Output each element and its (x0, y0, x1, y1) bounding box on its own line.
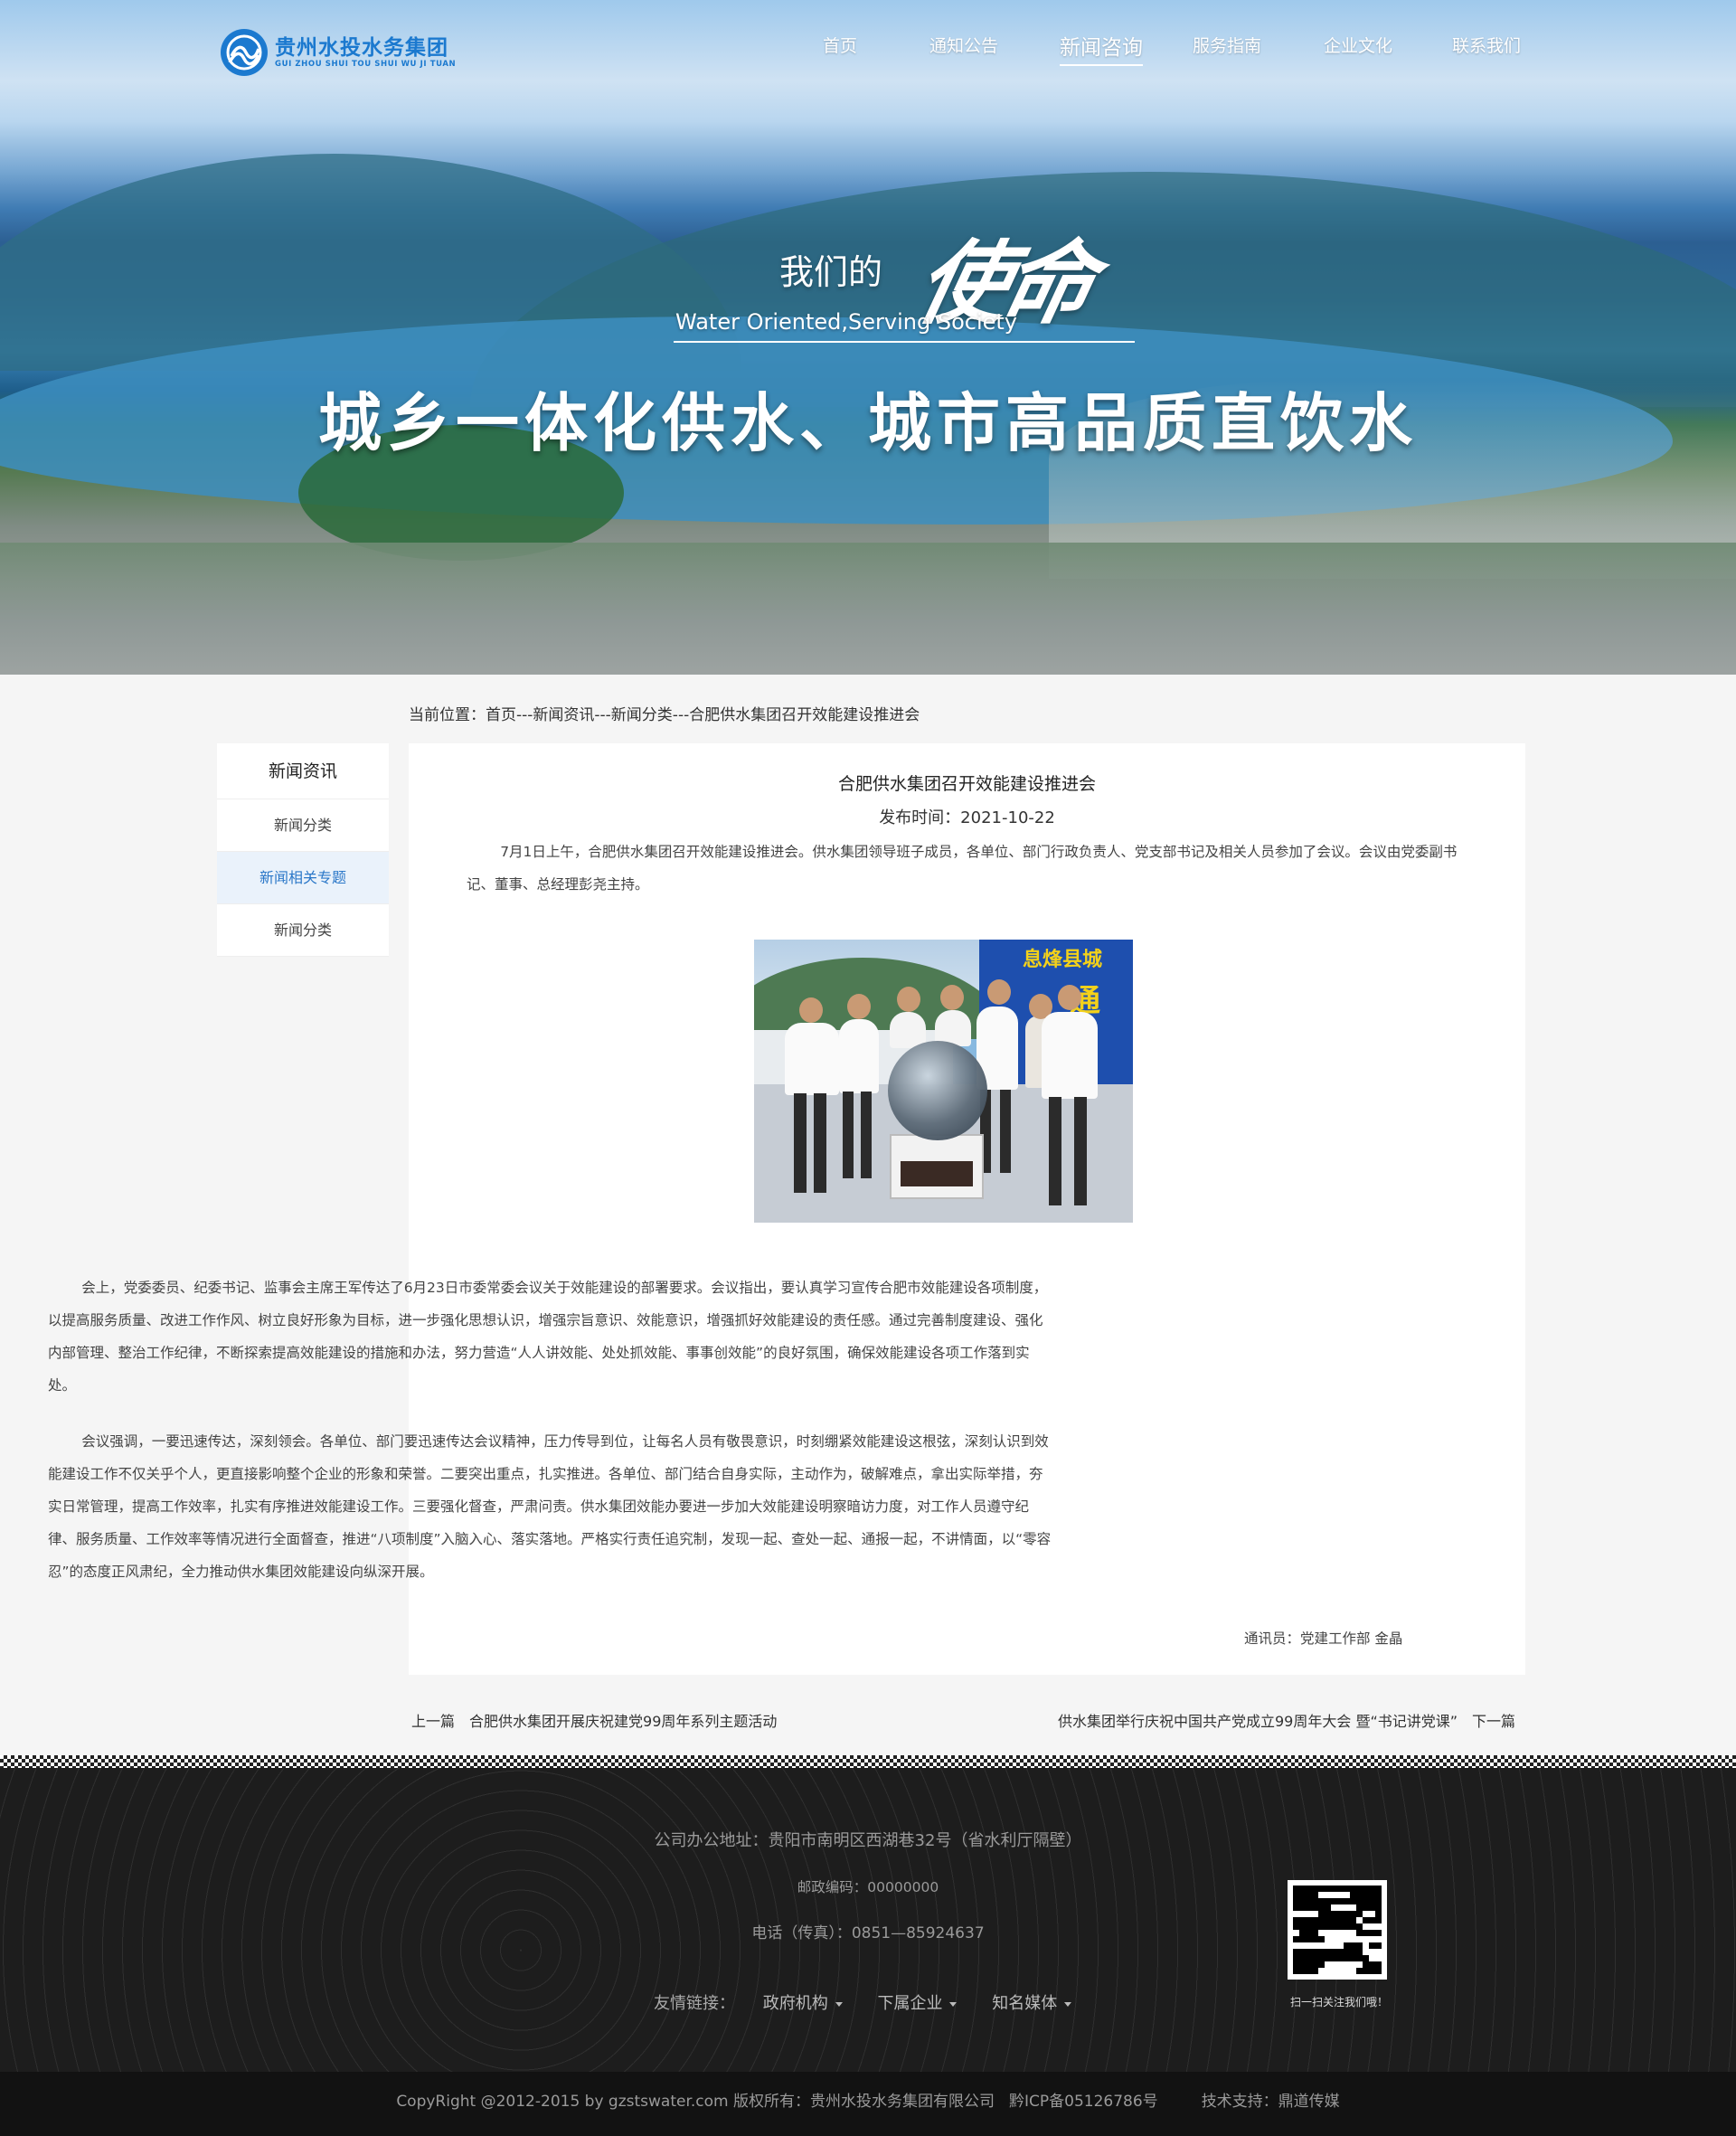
sidebar-item-news-topics[interactable]: 新闻相关专题 (217, 852, 389, 904)
crystal-globe (888, 1041, 987, 1140)
article-byline: 通讯员：党建工作部 金晶 (1244, 1630, 1403, 1647)
sidebar-title: 新闻资讯 (217, 743, 389, 799)
chevron-down-icon (1064, 2001, 1072, 2007)
qr-code-icon (1288, 1880, 1387, 1980)
globe-stand (890, 1134, 984, 1199)
nav-culture[interactable]: 企业文化 (1324, 33, 1392, 57)
prev-label: 上一篇 (411, 1713, 456, 1730)
dropdown-label: 政府机构 (762, 1994, 828, 2013)
article-title: 合肥供水集团召开效能建设推进会 (837, 774, 1096, 794)
links-dropdown-gov[interactable]: 政府机构 (763, 1990, 843, 2014)
nav-notices[interactable]: 通知公告 (929, 33, 998, 57)
copyright-text: CopyRight @2012-2015 by gzstswater.com 版… (396, 2093, 995, 2111)
site-logo[interactable]: 贵州水投水务集团 GUI ZHOU SHUI TOU SHUI WU JI TU… (221, 29, 456, 76)
qr-tip: 扫一扫关注我们哦！ (1289, 1996, 1388, 2008)
sidebar-item-news-category[interactable]: 新闻分类 (217, 799, 389, 852)
nav-contact[interactable]: 联系我们 (1452, 33, 1521, 57)
friend-links-label: 友情链接： (654, 1994, 735, 2013)
links-dropdown-media[interactable]: 知名媒体 (992, 1990, 1072, 2014)
friend-links: 友情链接： 政府机构 下属企业 知名媒体 (654, 1990, 1101, 2014)
island-shape (298, 425, 624, 561)
town-shape (0, 543, 1736, 675)
article-paragraph: 7月1日上午，合肥供水集团召开效能建设推进会。供水集团领导班子成员，各单位、部门… (467, 844, 1458, 893)
article-paragraph: 会上，党委委员、纪委书记、监事会主席王军传达了6月23日市委常委会议关于效能建设… (48, 1280, 1048, 1394)
next-article-link[interactable]: 供水集团举行庆祝中国共产党成立99周年大会 暨“书记讲党课” 下一篇 (1051, 1709, 1523, 1731)
logo-name-en: GUI ZHOU SHUI TOU SHUI WU JI TUAN (275, 60, 457, 69)
water-wave-icon (221, 29, 268, 76)
nav-service-guide[interactable]: 服务指南 (1193, 33, 1261, 57)
footer-tel: 电话（传真）：0851—85924637 (751, 1924, 985, 1942)
footer-zip: 邮政编码：00000000 (797, 1879, 939, 1895)
breadcrumb[interactable]: 当前位置：首页---新闻资讯---新闻分类---合肥供水集团召开效能建设推进会 (409, 702, 920, 724)
article-photo: 息烽县城 通 (754, 940, 1133, 1223)
article-date: 发布时间：2021-10-22 (879, 808, 1055, 827)
prev-title: 合肥供水集团开展庆祝建党99周年系列主题活动 (469, 1713, 778, 1730)
dropdown-label: 下属企业 (877, 1994, 943, 2013)
nav-home[interactable]: 首页 (823, 33, 857, 57)
sidebar: 新闻资讯 新闻分类 新闻相关专题 新闻分类 (217, 743, 389, 957)
links-dropdown-subsidiary[interactable]: 下属企业 (877, 1990, 958, 2014)
icp-number[interactable]: 黔ICP备05126786号 (1009, 2093, 1158, 2111)
footer: 公司办公地址：贵阳市南明区西湖巷32号（省水利厅隔壁） 邮政编码：0000000… (0, 1768, 1736, 2072)
next-label: 下一篇 (1472, 1713, 1516, 1730)
article-paragraph: 会议强调，一要迅速传达，深刻领会。各单位、部门要迅速传达会议精神，压力传导到位，… (48, 1433, 1052, 1580)
dropdown-label: 知名媒体 (992, 1994, 1058, 2013)
hero-banner (0, 0, 1736, 675)
nav-news[interactable]: 新闻咨询 (1060, 30, 1143, 66)
next-title: 供水集团举行庆祝中国共产党成立99周年大会 暨“书记讲党课” (1058, 1713, 1458, 1730)
footer-divider (0, 1755, 1736, 1768)
footer-address: 公司办公地址：贵阳市南明区西湖巷32号（省水利厅隔壁） (654, 1831, 1082, 1850)
copyright-bar: CopyRight @2012-2015 by gzstswater.com 版… (0, 2072, 1736, 2136)
prev-article-link[interactable]: 上一篇 合肥供水集团开展庆祝建党99周年系列主题活动 (404, 1709, 784, 1731)
chevron-down-icon (835, 2001, 843, 2007)
photo-banner-text: 息烽县城 (1023, 949, 1103, 971)
main-nav: 首页 通知公告 新闻咨询 服务指南 企业文化 联系我们 (796, 30, 1521, 69)
sidebar-item-news-category[interactable]: 新闻分类 (217, 904, 389, 957)
tech-support: 技术支持：鼎道传媒 (1201, 2093, 1340, 2111)
logo-name-cn: 贵州水投水务集团 (275, 36, 448, 60)
chevron-down-icon (949, 2001, 958, 2007)
